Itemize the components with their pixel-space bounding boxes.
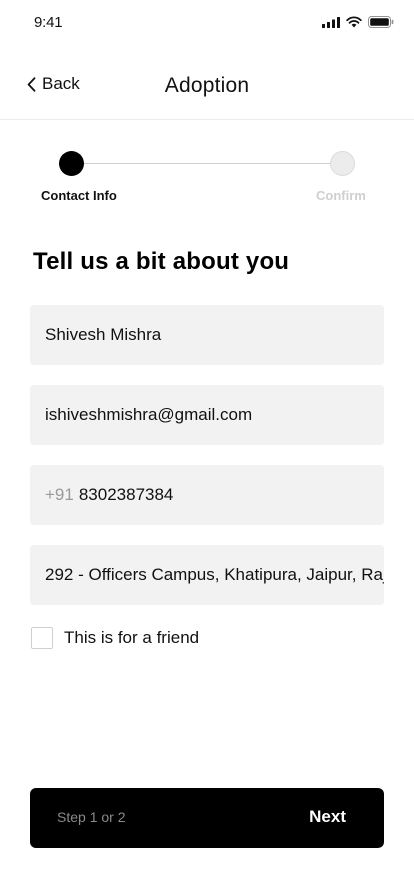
status-bar: 9:41: [0, 0, 414, 46]
name-value: Shivesh Mishra: [45, 325, 162, 344]
step-dot-confirm: [330, 151, 355, 176]
email-value: ishiveshmishra@gmail.com: [45, 405, 253, 424]
address-value: 292 - Officers Campus, Khatipura, Jaipur…: [45, 565, 384, 584]
header-divider: [0, 119, 414, 120]
email-field[interactable]: ishiveshmishra@gmail.com: [30, 385, 384, 445]
step-dot-contact-info: [59, 151, 84, 176]
footer-action-bar: Step 1 or 2 Next: [30, 788, 384, 848]
nav-header: Back Adoption: [0, 60, 414, 114]
step-count-text: Step 1 or 2: [57, 809, 126, 825]
address-field[interactable]: 292 - Officers Campus, Khatipura, Jaipur…: [30, 545, 384, 605]
stepper-line: [71, 163, 343, 164]
progress-stepper: Contact Info Confirm: [0, 148, 414, 208]
phone-field[interactable]: +91 8302387384: [30, 465, 384, 525]
friend-checkbox[interactable]: [31, 627, 53, 649]
cellular-signal-icon: [322, 16, 340, 28]
next-button[interactable]: Next: [309, 807, 346, 827]
status-time: 9:41: [34, 14, 63, 31]
phone-country-code: +91: [45, 485, 74, 504]
name-field[interactable]: Shivesh Mishra: [30, 305, 384, 365]
friend-checkbox-row[interactable]: This is for a friend: [31, 627, 199, 649]
wifi-icon: [346, 16, 362, 28]
step-label-contact-info: Contact Info: [41, 188, 117, 203]
friend-checkbox-label: This is for a friend: [64, 628, 200, 647]
form-heading: Tell us a bit about you: [33, 248, 290, 275]
step-label-confirm: Confirm: [316, 188, 366, 203]
battery-icon: [368, 16, 394, 28]
phone-value: 8302387384: [78, 485, 174, 504]
status-icons: [322, 16, 394, 28]
page-title: Adoption: [164, 74, 250, 97]
